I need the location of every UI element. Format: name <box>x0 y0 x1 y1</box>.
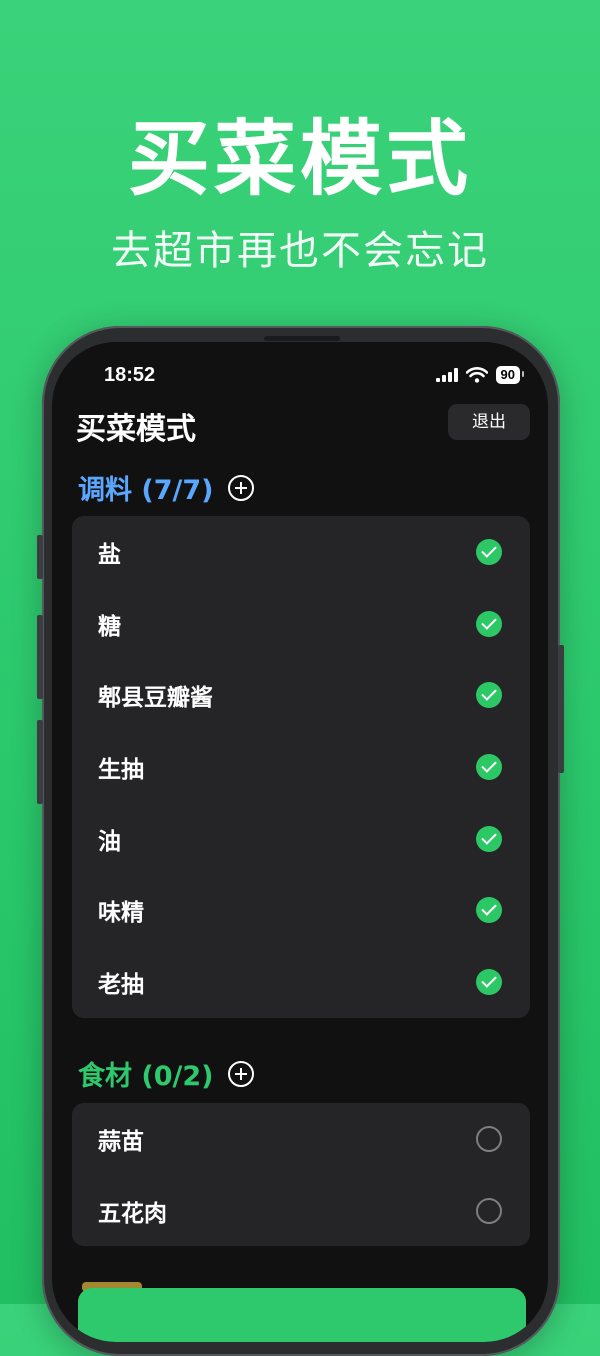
list-item[interactable]: 味精 <box>72 874 530 946</box>
side-button-volume-down <box>37 720 43 804</box>
side-button-power <box>558 645 564 773</box>
unchecked-circle-icon[interactable] <box>476 1197 502 1224</box>
status-icons: 90 <box>435 366 525 384</box>
list-item[interactable]: 蒜苗 <box>72 1103 530 1175</box>
section-header-seasoning: 调料 (7/7) <box>78 468 254 507</box>
list-item[interactable]: 老抽 <box>72 946 530 1018</box>
list-item[interactable]: 糖 <box>72 588 530 660</box>
item-label: 郫县豆瓣酱 <box>98 685 213 712</box>
section-header-ingredients: 食材 (0/2) <box>78 1054 254 1093</box>
checkmark-icon[interactable] <box>476 538 502 565</box>
hero-title: 买菜模式 <box>127 112 472 207</box>
add-ingredient-icon[interactable] <box>227 1060 254 1087</box>
list-item[interactable]: 生抽 <box>72 731 530 803</box>
list-item[interactable]: 郫县豆瓣酱 <box>72 659 530 731</box>
battery-indicator: 90 <box>495 366 525 384</box>
side-button-mute <box>37 535 43 579</box>
side-button-volume-up <box>37 615 43 699</box>
hero-subtitle: 去超市再也不会忘记 <box>111 228 489 274</box>
checkmark-icon[interactable] <box>476 682 502 709</box>
bottom-action-bar[interactable] <box>78 1288 526 1342</box>
section-title-ingredients: 食材 (0/2) <box>78 1061 214 1092</box>
checkmark-icon[interactable] <box>476 825 502 852</box>
item-label: 味精 <box>98 900 144 927</box>
section-title-seasoning: 调料 (7/7) <box>78 475 214 506</box>
item-label: 糖 <box>98 613 121 640</box>
page-title: 买菜模式 <box>76 412 196 447</box>
seasoning-list: 盐 糖 郫县豆瓣酱 生抽 油 味精 老抽 <box>72 516 530 1018</box>
speaker-grille <box>264 336 340 341</box>
checkmark-icon[interactable] <box>476 897 502 924</box>
list-item[interactable]: 五花肉 <box>72 1175 530 1247</box>
status-time: 18:52 <box>104 364 156 386</box>
item-label: 老抽 <box>98 971 144 998</box>
item-label: 蒜苗 <box>98 1128 144 1155</box>
item-label: 生抽 <box>98 756 144 783</box>
exit-button[interactable]: 退出 <box>448 404 530 440</box>
phone-screen: 18:52 90 买菜模式 退出 调料 (7/7) 盐 糖 郫县豆瓣酱 生抽 油… <box>52 342 548 1342</box>
add-seasoning-icon[interactable] <box>227 474 254 501</box>
item-label: 油 <box>98 828 121 855</box>
wifi-icon <box>465 367 488 383</box>
checkmark-icon[interactable] <box>476 968 502 995</box>
list-item[interactable]: 油 <box>72 803 530 875</box>
ingredient-list: 蒜苗 五花肉 <box>72 1103 530 1246</box>
item-label: 盐 <box>98 541 121 568</box>
checkmark-icon[interactable] <box>476 610 502 637</box>
list-item[interactable]: 盐 <box>72 516 530 588</box>
item-label: 五花肉 <box>98 1200 167 1227</box>
checkmark-icon[interactable] <box>476 753 502 780</box>
cellular-signal-icon <box>435 368 458 382</box>
unchecked-circle-icon[interactable] <box>476 1125 502 1152</box>
